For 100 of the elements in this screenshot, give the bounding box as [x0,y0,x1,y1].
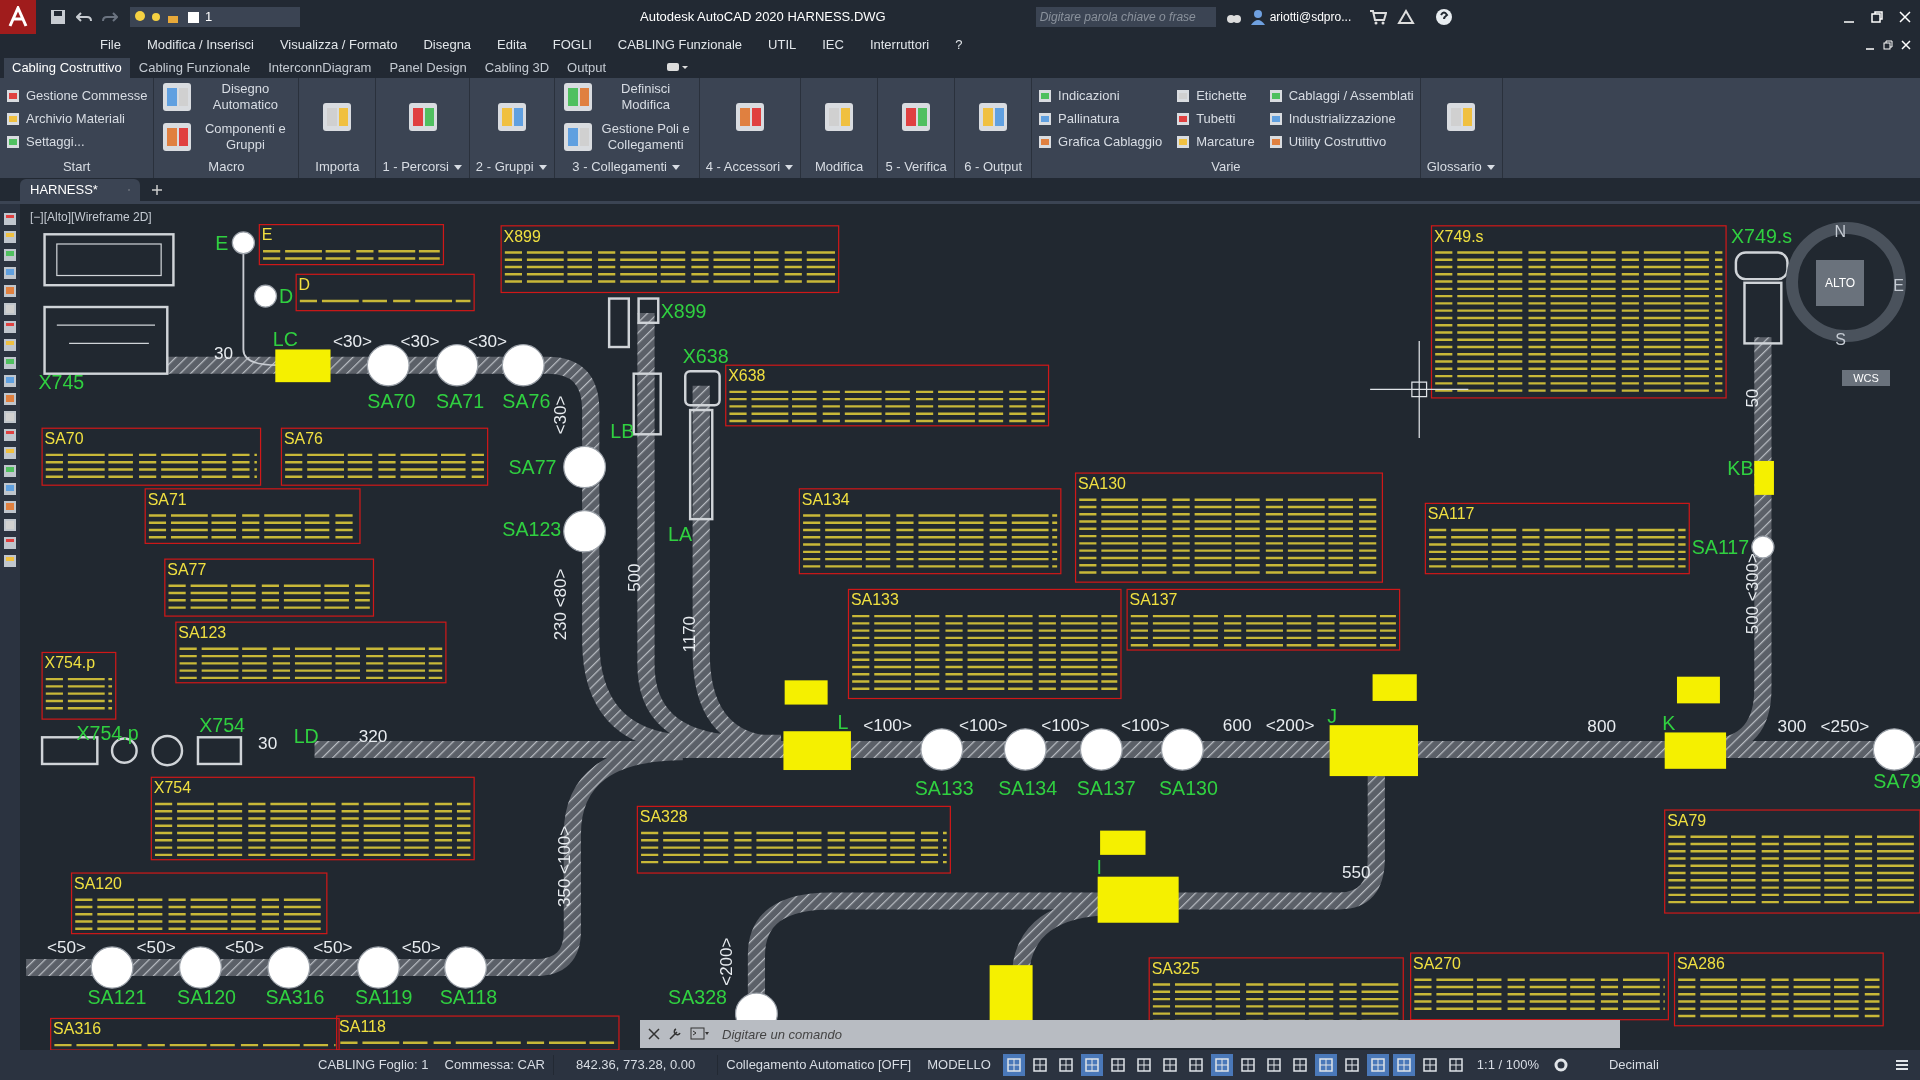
viewport-controls[interactable]: [−][Alto][Wireframe 2D] [30,208,152,226]
tool-icon[interactable] [1176,112,1191,126]
view-cube-face[interactable]: ALTO [1816,260,1864,306]
panel-title[interactable]: 2 - Gruppi [475,157,548,177]
menu-item[interactable]: FOGLI [552,35,592,55]
caret-icon[interactable] [671,163,681,171]
panel-title[interactable]: Macro [208,157,245,177]
toolbar-icon[interactable] [3,554,17,568]
menu-item[interactable]: Modifica / Inserisci [146,35,254,55]
annotation-scale[interactable]: 1:1 / 100% [1476,1055,1539,1075]
triangle-icon[interactable] [1397,9,1416,25]
ribbon-tool-button[interactable]: Marcature [1176,132,1255,152]
tool-icon[interactable] [6,89,20,103]
toolbar-icon[interactable] [3,428,17,442]
ribbon-tab[interactable]: Cabling 3D [475,58,559,78]
save-icon[interactable] [50,9,66,25]
menu-item[interactable]: Disegna [423,35,472,55]
menu-item[interactable]: Interruttori [869,35,930,55]
toolbar-icon[interactable] [3,536,17,550]
panel-title[interactable]: 3 - Collegamenti [572,157,681,177]
ribbon-tool-button[interactable]: Grafica Cablaggio [1038,132,1163,152]
toolbar-icon[interactable] [3,284,17,298]
ribbon-tab[interactable]: Panel Design [380,58,476,78]
status-item[interactable]: Commessa: CAR [436,1055,553,1075]
tool-icon[interactable] [1038,135,1053,149]
compass-north[interactable]: N [1834,220,1846,244]
menu-item[interactable]: Edita [497,35,527,55]
ribbon-tool-button[interactable]: Gestione Commesse [6,86,148,106]
toolbar-icon[interactable] [3,500,17,514]
status-toggle[interactable] [1314,1054,1337,1076]
caret-icon[interactable] [1485,163,1496,171]
ribbon-tool-button[interactable]: Pallinatura [1038,109,1163,129]
tool-icon[interactable] [1038,112,1053,126]
caret-icon[interactable] [784,163,795,171]
help-icon[interactable] [1435,8,1454,26]
panel-title[interactable]: Modifica [814,157,864,177]
tool-icon[interactable] [1268,89,1283,103]
status-toggle[interactable] [1210,1054,1233,1076]
status-toggle[interactable] [1080,1054,1103,1076]
ribbon-tool-button[interactable]: Cablaggi / Assemblati [1268,86,1414,106]
menu-item[interactable]: IEC [822,35,844,55]
menu-item[interactable]: Visualizza / Formato [279,35,398,55]
panel-title[interactable]: Varie [1211,157,1241,177]
wrench-icon[interactable] [668,1027,682,1041]
ribbon-tool-button[interactable]: Tubetti [1176,109,1255,129]
tool-icon[interactable] [1268,112,1283,126]
compass-east[interactable]: E [1893,274,1904,298]
ribbon-tab[interactable]: Output [558,58,616,78]
ribbon-tool-button[interactable]: Disegno Automatico [160,78,293,116]
command-prompt-icon[interactable] [690,1027,710,1041]
ucs-menu[interactable]: WCS [1842,370,1890,386]
tool-icon[interactable] [6,112,20,126]
restore-icon[interactable] [1882,39,1894,51]
toolbar-icon[interactable] [3,374,17,388]
menu-item[interactable]: UTIL [768,35,797,55]
status-item[interactable]: MODELLO [919,1055,999,1075]
caret-icon[interactable] [452,163,463,171]
settings-icon[interactable] [1552,1057,1569,1073]
user-icon[interactable] [1249,9,1266,25]
tool-icon[interactable] [1268,135,1283,149]
toolbar-icon[interactable] [3,464,17,478]
layer-dropdown[interactable]: 1 [130,7,300,27]
ribbon-tool-button[interactable]: Settaggi... [6,132,148,152]
ribbon-tool-button[interactable]: Definisci Modifica [560,78,693,116]
status-item[interactable]: Collegamento Automatico [OFF] [718,1055,920,1075]
tool-icon[interactable] [1176,89,1191,103]
ribbon-tool-button[interactable]: Industrializzazione [1268,109,1414,129]
toolbar-icon[interactable] [3,320,17,334]
menu-item[interactable]: CABLING Funzionale [617,35,743,55]
tool-icon[interactable] [1176,135,1191,149]
status-toggle[interactable] [1392,1054,1415,1076]
user-name[interactable]: ariotti@sdpro... [1269,8,1352,26]
ribbon-tab[interactable]: Cabling Costruttivo [4,58,130,78]
ribbon-tool-button[interactable]: Etichette [1176,86,1255,106]
status-toggle[interactable] [1002,1054,1025,1076]
panel-title[interactable]: Start [62,157,91,177]
document-tab[interactable]: HARNESS* [20,179,140,201]
tool-icon[interactable] [6,135,20,149]
ribbon-tab[interactable]: Cabling Funzionale [129,58,260,78]
toolbar-icon[interactable] [3,338,17,352]
panel-title[interactable]: 4 - Accessori [705,157,795,177]
status-item[interactable]: CABLING Foglio: 1 [310,1055,437,1075]
search-field[interactable]: Digitare parola chiave o frase [1035,7,1216,27]
panel-toggle-icon[interactable] [665,60,690,74]
panel-title[interactable]: Importa [315,157,360,177]
toolbar-icon[interactable] [3,248,17,262]
units-dropdown[interactable]: Decimali [1608,1055,1659,1075]
caret-icon[interactable] [537,163,548,171]
restore-icon[interactable] [1870,10,1884,24]
status-toggle[interactable] [1366,1054,1389,1076]
toolbar-icon[interactable] [3,482,17,496]
menu-item[interactable]: ? [955,35,963,55]
ribbon-tool-button[interactable]: Componenti e Gruppi [160,118,293,156]
cart-icon[interactable] [1369,9,1388,25]
panel-title[interactable]: Glossario [1426,157,1496,177]
toolbar-icon[interactable] [3,302,17,316]
ribbon-tool-button[interactable]: Gestione Poli e Collegamenti [560,118,693,156]
ribbon-tool-button[interactable]: Indicazioni [1038,86,1163,106]
toolbar-icon[interactable] [3,518,17,532]
ribbon-tab[interactable]: InterconnDiagram [259,58,381,78]
